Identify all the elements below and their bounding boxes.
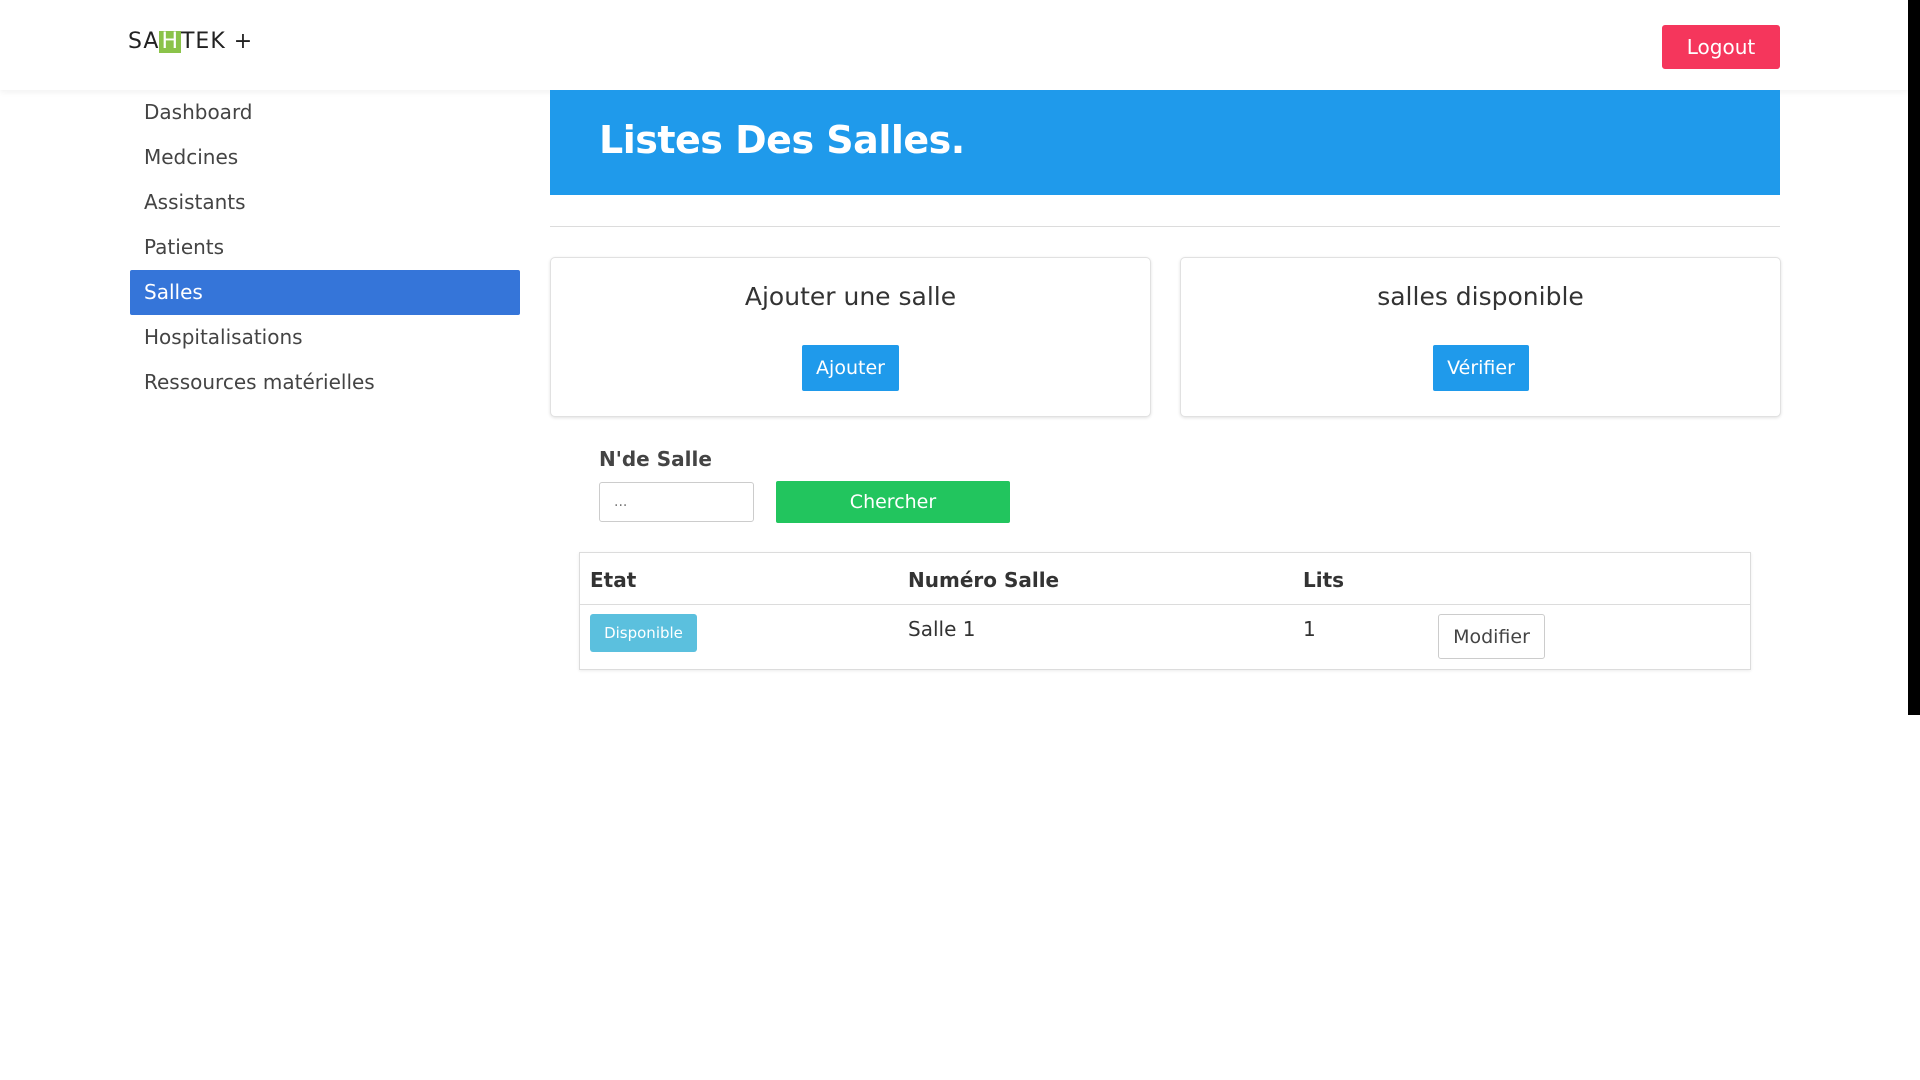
brand-suffix: TEK + <box>180 29 254 54</box>
page-banner: Listes Des Salles. <box>550 90 1780 195</box>
scrollbar[interactable] <box>1908 0 1920 715</box>
brand-logo[interactable]: SAHTEK + <box>128 29 253 54</box>
sidebar-item-ressources[interactable]: Ressources matérielles <box>130 360 520 405</box>
room-number-input[interactable] <box>599 482 754 522</box>
divider <box>550 226 1780 227</box>
logout-button[interactable]: Logout <box>1662 25 1780 69</box>
sidebar-item-patients[interactable]: Patients <box>130 225 520 270</box>
add-room-button[interactable]: Ajouter <box>802 345 899 391</box>
verify-button[interactable]: Vérifier <box>1433 345 1529 391</box>
available-rooms-card-title: salles disponible <box>1377 282 1584 311</box>
search-button[interactable]: Chercher <box>776 481 1010 523</box>
brand-prefix: SA <box>128 29 160 54</box>
column-header-etat: Etat <box>590 568 637 592</box>
sidebar-item-assistants[interactable]: Assistants <box>130 180 520 225</box>
search-label: N'de Salle <box>599 447 712 471</box>
top-navbar: SAHTEK + Logout <box>0 0 1908 90</box>
sidebar-item-medcines[interactable]: Medcines <box>130 135 520 180</box>
available-rooms-card: salles disponible Vérifier <box>1180 257 1781 417</box>
status-badge[interactable]: Disponible <box>590 614 697 652</box>
brand-highlight: H <box>159 29 181 54</box>
table-header-divider <box>580 604 1750 605</box>
beds-cell: 1 <box>1303 617 1316 641</box>
sidebar: Dashboard Medcines Assistants Patients S… <box>130 90 520 405</box>
add-room-card: Ajouter une salle Ajouter <box>550 257 1151 417</box>
column-header-lits: Lits <box>1303 568 1345 592</box>
add-room-card-title: Ajouter une salle <box>744 282 957 311</box>
room-number-cell: Salle 1 <box>908 617 976 641</box>
modify-button[interactable]: Modifier <box>1438 614 1545 659</box>
sidebar-item-dashboard[interactable]: Dashboard <box>130 90 520 135</box>
sidebar-item-hospitalisations[interactable]: Hospitalisations <box>130 315 520 360</box>
rooms-table: Etat Numéro Salle Lits Disponible Salle … <box>579 552 1751 670</box>
sidebar-item-salles[interactable]: Salles <box>130 270 520 315</box>
page-title: Listes Des Salles. <box>599 118 965 162</box>
column-header-numero: Numéro Salle <box>908 568 1060 592</box>
